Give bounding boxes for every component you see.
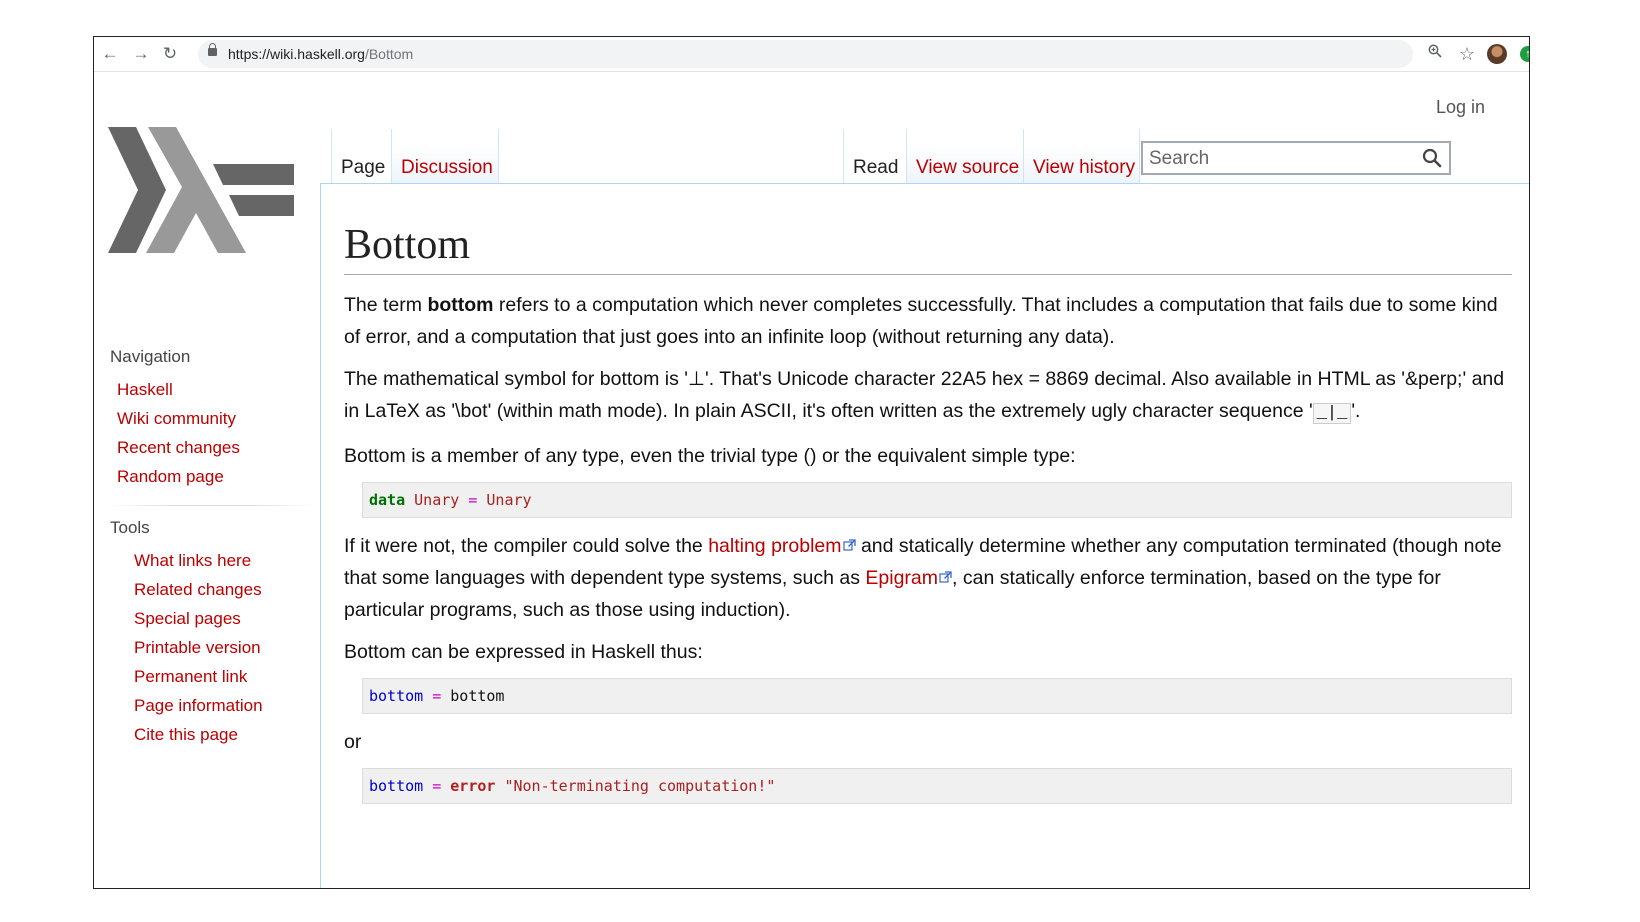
tools-heading: Tools — [110, 518, 150, 537]
forward-icon[interactable]: → — [129, 42, 153, 66]
navigation-list: Haskell Wiki community Recent changes Ra… — [110, 375, 315, 491]
sidebar-item-random-page[interactable]: Random page — [110, 462, 315, 491]
logo-bar-bottom — [229, 195, 294, 216]
sidebar-item-recent-changes[interactable]: Recent changes — [110, 433, 315, 462]
navigation-heading: Navigation — [110, 347, 191, 366]
paragraph-2: The mathematical symbol for bottom is '⊥… — [344, 368, 1505, 425]
sidebar-item-haskell[interactable]: Haskell — [110, 375, 315, 404]
sidebar: Navigation Haskell Wiki community Recent… — [110, 347, 315, 749]
sidebar-item-related-changes[interactable]: Related changes — [110, 575, 315, 604]
tab-page[interactable]: Page — [331, 129, 391, 184]
paragraph-4: If it were not, the compiler could solve… — [344, 535, 1502, 622]
browser-toolbar: ← → ↻ https://wiki.haskell.org/Bottom ☆ … — [94, 37, 1529, 72]
page-title: Bottom — [344, 220, 1512, 276]
avatar[interactable] — [1487, 44, 1507, 64]
external-link-icon — [842, 539, 856, 551]
sidebar-item-what-links-here[interactable]: What links here — [110, 546, 315, 575]
sidebar-item-special-pages[interactable]: Special pages — [110, 604, 315, 633]
reload-icon[interactable]: ↻ — [158, 42, 182, 66]
tab-discussion[interactable]: Discussion — [391, 129, 499, 184]
url-text: https://wiki.haskell.org/Bottom — [228, 46, 414, 62]
logo-bar-top — [213, 164, 294, 185]
address-bar[interactable]: https://wiki.haskell.org/Bottom — [198, 40, 1413, 68]
code-block-1: data Unary = Unary — [362, 482, 1512, 519]
sidebar-item-page-information[interactable]: Page information — [110, 691, 315, 720]
search-icon[interactable] — [1421, 147, 1443, 169]
sidebar-item-cite-this-page[interactable]: Cite this page — [110, 720, 315, 749]
paragraph-5: Bottom can be expressed in Haskell thus: — [344, 641, 703, 664]
search-box — [1141, 141, 1451, 175]
haskell-logo[interactable] — [108, 127, 294, 258]
sidebar-item-wiki-community[interactable]: Wiki community — [110, 404, 315, 433]
code-block-3: bottom = error "Non-terminating computat… — [362, 768, 1512, 805]
paragraph-1: The term bottom refers to a computation … — [344, 294, 1498, 349]
content-area: Bottom The term bottom refers to a compu… — [320, 183, 1529, 888]
tab-view-source[interactable]: View source — [906, 129, 1023, 184]
search-input[interactable] — [1147, 145, 1421, 173]
tab-read[interactable]: Read — [843, 129, 906, 184]
extension-icon[interactable]: ↑ — [1520, 46, 1529, 62]
browser-window: ← → ↻ https://wiki.haskell.org/Bottom ☆ … — [93, 36, 1530, 889]
epigram-link[interactable]: Epigram — [865, 567, 952, 589]
code-block-2: bottom = bottom — [362, 678, 1512, 715]
lock-icon — [208, 43, 217, 56]
paragraph-6: or — [344, 731, 362, 754]
term-bold: bottom — [427, 294, 494, 317]
paragraph-3: Bottom is a member of any type, even the… — [344, 445, 1076, 468]
sidebar-item-permanent-link[interactable]: Permanent link — [110, 662, 315, 691]
external-link-icon — [939, 571, 952, 583]
star-icon[interactable]: ☆ — [1455, 42, 1479, 66]
login-link[interactable]: Log in — [1436, 97, 1485, 118]
sidebar-item-printable-version[interactable]: Printable version — [110, 633, 315, 662]
tools-list: What links here Related changes Special … — [110, 546, 315, 749]
zoom-icon[interactable] — [1423, 42, 1447, 66]
tab-view-history[interactable]: View history — [1023, 129, 1140, 184]
halting-problem-link[interactable]: halting problem — [708, 535, 856, 557]
sidebar-divider — [110, 505, 315, 506]
inline-code: _|_ — [1312, 403, 1352, 425]
back-icon[interactable]: ← — [98, 42, 122, 66]
